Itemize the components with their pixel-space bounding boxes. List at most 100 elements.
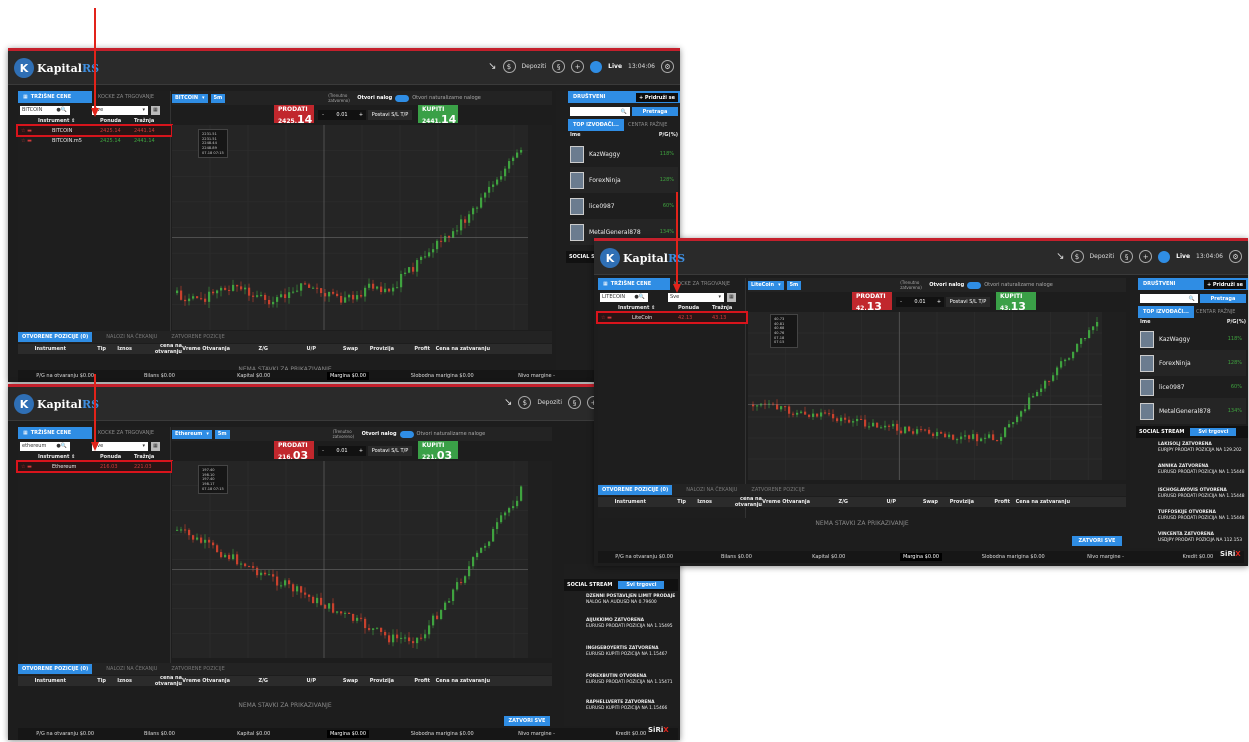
sirix-icon[interactable]: § [552, 60, 566, 73]
sell-button[interactable]: PRODATI 42.13 [852, 292, 892, 313]
all-traders-select[interactable]: Svi trgovci [1190, 428, 1237, 436]
tab-center[interactable]: CENTAR PAŽNJE [628, 119, 680, 131]
deposit-link[interactable]: Depoziti [522, 63, 547, 70]
user-avatar[interactable] [1158, 250, 1171, 263]
tab-closed-positions[interactable]: ZATVORENE POZICIJE [171, 666, 224, 672]
user-avatar[interactable] [590, 60, 603, 73]
symbol-select[interactable]: LiteCoin ▾ [748, 280, 784, 290]
grid-toggle-icon[interactable]: ▦ [727, 292, 736, 302]
buy-button[interactable]: KUPITI 2441.14 [418, 105, 458, 126]
filter-select[interactable]: Sve ▾ [92, 105, 148, 115]
search-button[interactable]: Pretraga [1200, 294, 1246, 303]
bid-price[interactable]: 42.13 [678, 315, 712, 321]
search-button[interactable]: Pretraga [632, 107, 678, 116]
trader-row[interactable]: MetalGeneral878 134% [1140, 398, 1246, 424]
symbol-select[interactable]: BITCOIN ▾ [172, 93, 208, 103]
filter-select[interactable]: Sve ▾ [668, 292, 724, 302]
tab-closed-positions[interactable]: ZATVORENE POZICIJE [171, 334, 224, 340]
close-all-button[interactable]: ZATVORI SVE [504, 716, 550, 726]
open-order-toggle[interactable] [967, 281, 982, 289]
trader-row[interactable]: lice0987 60% [1140, 374, 1246, 400]
symbol-select[interactable]: Ethereum ▾ [172, 429, 212, 439]
ask-price[interactable]: 2441.14 [134, 128, 155, 134]
tab-market-prices[interactable]: ▦ TRŽIŠNE CENE [18, 427, 92, 439]
quantity-stepper[interactable]: -0.01 + [896, 297, 944, 307]
tab-trading-cubes[interactable]: KOCKE ZA TRGOVANJE [98, 427, 170, 439]
trader-row[interactable]: KazWaggy 118% [570, 141, 678, 167]
tab-closed-positions[interactable]: ZATVORENE POZICIJE [751, 487, 804, 493]
symbol-search-input[interactable]: LITECOIN ●🔍 [600, 292, 648, 302]
price-chart[interactable]: 40.73 40.81 40.68 40.76 07.18 07:15 [748, 312, 1126, 480]
join-button[interactable]: + Pridruži se [1204, 280, 1246, 289]
tab-top-traders[interactable]: TOP IZVOĐAČI... [1138, 306, 1194, 318]
tab-open-positions[interactable]: OTVORENE POZICIJE (0) [598, 485, 673, 495]
instrument-row[interactable]: ☆ ▬ BITCOIN 2425.14 2441.14 [16, 124, 173, 137]
bid-price[interactable]: 2425.14 [100, 138, 134, 144]
sltp-button[interactable]: Postavi S/L T/P [368, 446, 412, 456]
all-traders-select[interactable]: Svi trgovci [618, 581, 665, 589]
deposit-link[interactable]: Depoziti [537, 399, 562, 406]
ask-price[interactable]: 2441.14 [134, 138, 155, 144]
period-select[interactable]: 5m [786, 280, 802, 290]
join-button[interactable]: + Pridruži se [636, 93, 678, 102]
period-select[interactable]: 5m [214, 429, 230, 439]
sell-button[interactable]: PRODATI 216.03 [274, 441, 314, 462]
sell-button[interactable]: PRODATI 2425.14 [274, 105, 314, 126]
buy-button[interactable]: KUPITI 43.13 [996, 292, 1036, 313]
price-chart[interactable]: 197.40 198.10 197.40 198.17 07.18 07:15 [172, 461, 552, 658]
sltp-button[interactable]: Postavi S/L T/P [946, 297, 990, 307]
deposit-link[interactable]: Depoziti [1090, 253, 1115, 260]
open-order-toggle[interactable] [399, 430, 414, 438]
sirix-icon[interactable]: § [1120, 250, 1134, 263]
open-order-toggle[interactable] [395, 94, 410, 102]
sirix-icon[interactable]: § [568, 396, 581, 409]
instrument-row[interactable]: ☆ ▬ LiteCoin 42.13 43.13 [596, 311, 748, 324]
trader-row[interactable]: ForexNinja 128% [570, 167, 678, 193]
grid-toggle-icon[interactable]: ▦ [151, 441, 160, 451]
instrument-row[interactable]: ☆ ▬ Ethereum 216.03 221.03 [16, 460, 173, 473]
buy-button[interactable]: KUPITI 221.03 [418, 441, 458, 462]
tab-top-traders[interactable]: TOP IZVOĐAČI... [568, 119, 624, 131]
col-instrument[interactable]: Instrument ⇕ [18, 118, 100, 124]
bid-price[interactable]: 216.03 [100, 464, 134, 470]
col-instrument[interactable]: Instrument ⇕ [18, 454, 100, 460]
dollar-icon[interactable]: $ [1070, 250, 1084, 263]
tab-pending-orders[interactable]: NALOZI NA ČEKANJU [686, 487, 737, 493]
settings-gear-icon[interactable]: ⚙ [661, 60, 674, 73]
dollar-icon[interactable]: $ [518, 396, 532, 409]
tab-pending-orders[interactable]: NALOZI NA ČEKANJU [106, 666, 157, 672]
filter-select[interactable]: Sve ▾ [92, 441, 148, 451]
star-icon[interactable]: ☆ ▬ [18, 464, 38, 470]
star-icon[interactable]: ☆ ▬ [598, 315, 618, 321]
grid-toggle-icon[interactable]: ▦ [151, 105, 160, 115]
quantity-stepper[interactable]: -0.01 + [318, 446, 366, 456]
trader-row[interactable]: lice0987 60% [570, 193, 678, 219]
ask-price[interactable]: 221.03 [134, 464, 152, 470]
trader-search-input[interactable]: 🔍 [570, 107, 630, 116]
tab-center[interactable]: CENTAR PAŽNJE [1196, 306, 1248, 318]
tab-trading-cubes[interactable]: KOCKE ZA TRGOVANJE [674, 278, 746, 290]
tab-trading-cubes[interactable]: KOCKE ZA TRGOVANJE [98, 91, 170, 103]
plus-icon[interactable]: + [571, 60, 585, 73]
bid-price[interactable]: 2425.14 [100, 128, 134, 134]
trader-row[interactable]: ForexNinja 128% [1140, 350, 1246, 376]
sltp-button[interactable]: Postavi S/L T/P [368, 110, 412, 120]
col-instrument[interactable]: Instrument ⇕ [598, 305, 678, 311]
tab-market-prices[interactable]: ▦ TRŽIŠNE CENE [598, 278, 670, 290]
instrument-row[interactable]: ☆ ▬ BITCOIN.m5 2425.14 2441.14 [18, 136, 171, 145]
tab-market-prices[interactable]: ▦ TRŽIŠNE CENE [18, 91, 92, 103]
symbol-search-input[interactable]: BITCOIN ●🔍 [20, 105, 70, 115]
trader-search-input[interactable]: 🔍 [1140, 294, 1198, 303]
tab-open-positions[interactable]: OTVORENE POZICIJE (0) [18, 332, 93, 342]
symbol-search-input[interactable]: ethereum ●🔍 [20, 441, 70, 451]
star-icon[interactable]: ☆ ▬ [18, 138, 38, 144]
tab-open-positions[interactable]: OTVORENE POZICIJE (0) [18, 664, 93, 674]
tab-pending-orders[interactable]: NALOZI NA ČEKANJU [106, 334, 157, 340]
price-chart[interactable]: 2231.51 2231.51 2248.44 2248.89 07.18 07:15 [172, 125, 552, 330]
settings-gear-icon[interactable]: ⚙ [1229, 250, 1242, 263]
account-mode[interactable]: Live [608, 63, 622, 70]
star-icon[interactable]: ☆ ▬ [18, 128, 38, 134]
ask-price[interactable]: 43.13 [712, 315, 726, 321]
trader-row[interactable]: KazWaggy 118% [1140, 326, 1246, 352]
plus-icon[interactable]: + [1139, 250, 1153, 263]
